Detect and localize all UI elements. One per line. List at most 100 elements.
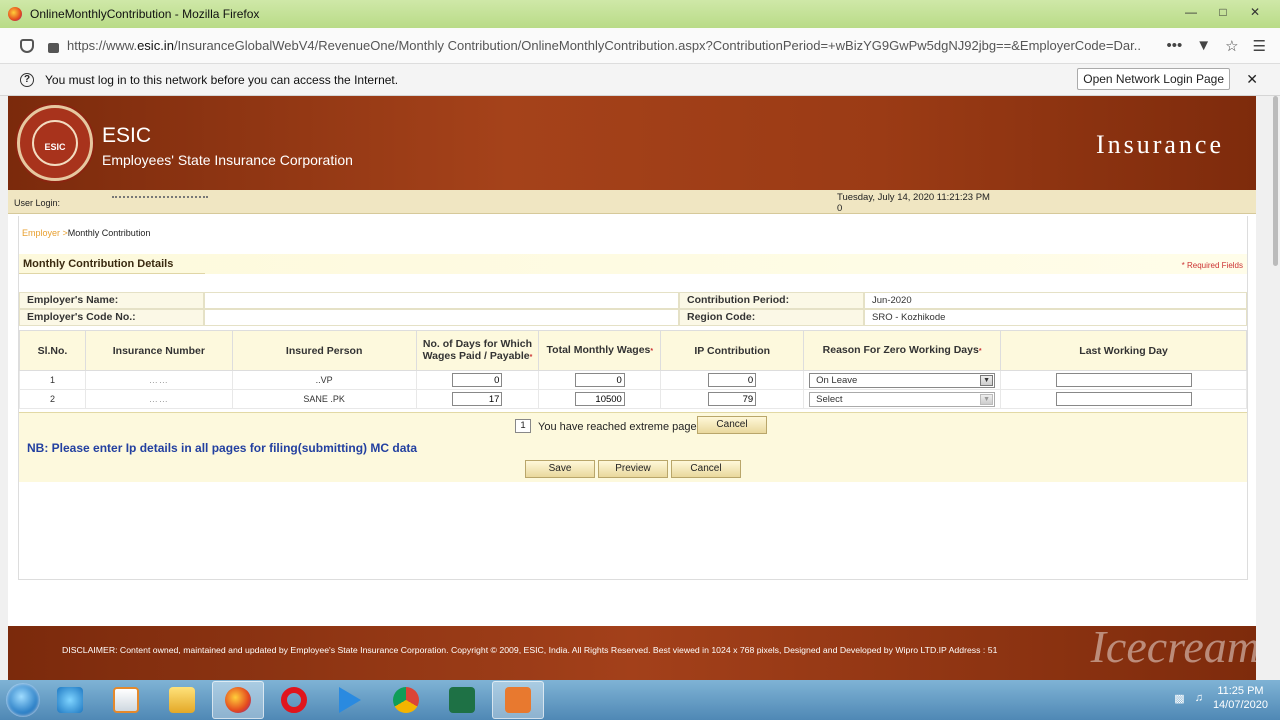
address-bar[interactable]: https://www.esic.in/InsuranceGlobalWebV4… <box>67 38 1142 53</box>
cancel-button[interactable]: Cancel <box>671 460 741 478</box>
cell-insured-person: SANE .PK <box>231 389 417 409</box>
cell-sl: 1 <box>19 370 86 390</box>
chrome-icon <box>393 687 419 713</box>
excel-icon <box>449 687 475 713</box>
taskbar-firefox[interactable] <box>212 681 264 719</box>
section-header: Monthly Contribution Details * Required … <box>19 254 1247 274</box>
more-actions-icon[interactable]: ••• <box>1166 37 1182 55</box>
region-label: Region Code: <box>679 309 864 326</box>
ip-contribution-input[interactable] <box>708 373 757 387</box>
close-icon[interactable]: ✕ <box>1240 3 1270 21</box>
open-login-page-button[interactable]: Open Network Login Page <box>1077 68 1230 90</box>
reason-select[interactable]: On Leave ▼ <box>809 372 996 388</box>
period-value: Jun-2020 <box>864 292 1247 309</box>
employer-code-value-redacted <box>204 309 679 326</box>
volume-icon[interactable]: ♫ <box>1195 692 1203 704</box>
notice-message: You must log in to this network before y… <box>45 72 399 87</box>
taskbar-opera[interactable] <box>268 681 320 719</box>
save-button[interactable]: Save <box>525 460 595 478</box>
scrollbar-thumb[interactable] <box>1273 96 1278 266</box>
user-login-value-redacted <box>112 196 208 202</box>
ip-contribution-input[interactable] <box>708 392 757 406</box>
lock-icon[interactable] <box>48 42 59 53</box>
page-footer: DISCLAIMER: Content owned, maintained an… <box>8 621 1260 680</box>
cell-insurance-number-redacted: …… <box>84 370 233 390</box>
menu-icon[interactable]: ☰ <box>1253 37 1266 55</box>
windows-taskbar: ▩ ♫ 11:25 PM 14/07/2020 <box>0 680 1280 720</box>
captive-portal-notice: ? You must log in to this network before… <box>0 64 1280 96</box>
taskbar-excel[interactable] <box>436 681 488 719</box>
table-row: 2 …… SANE .PK Select▼ <box>19 389 1247 409</box>
required-fields-note: * Required Fields <box>1181 261 1243 270</box>
network-icon[interactable]: ▩ <box>1174 692 1184 705</box>
user-bar: User Login: Tuesday, July 14, 2020 11:21… <box>8 190 1256 214</box>
taskbar-ie[interactable] <box>44 681 96 719</box>
dismiss-notice-icon[interactable]: ✕ <box>1246 71 1258 88</box>
user-login-label: User Login: <box>14 198 61 208</box>
chevron-down-icon[interactable]: ▼ <box>980 393 994 405</box>
region-value: SRO - Kozhikode <box>864 309 1247 326</box>
contribution-table: Sl.No. Insurance Number Insured Person N… <box>19 330 1247 409</box>
browser-navbar: https://www.esic.in/InsuranceGlobalWebV4… <box>0 28 1280 64</box>
page-scrollbar[interactable] <box>1256 96 1280 680</box>
reason-select[interactable]: Select ▼ <box>809 391 996 407</box>
page-number-input[interactable]: 1 <box>515 419 531 433</box>
disclaimer: DISCLAIMER: Content owned, maintained an… <box>62 645 998 655</box>
section-title: Monthly Contribution Details <box>23 258 174 270</box>
pager-cancel-button[interactable]: Cancel <box>697 416 767 434</box>
wages-input[interactable] <box>574 392 625 406</box>
start-button-icon[interactable] <box>6 683 40 717</box>
bookmark-star-icon[interactable]: ☆ <box>1225 37 1238 55</box>
pager-message: You have reached extreme page <box>538 421 697 433</box>
taskbar-explorer[interactable] <box>156 681 208 719</box>
firefox-icon <box>8 7 22 21</box>
org-full-name: Employees' State Insurance Corporation <box>102 152 353 168</box>
table-row: 1 …… ..VP On Leave▼ <box>19 370 1247 390</box>
employer-code-label: Employer's Code No.: <box>19 309 204 326</box>
wages-input[interactable] <box>574 373 625 387</box>
preview-button[interactable]: Preview <box>598 460 668 478</box>
last-working-day-input[interactable] <box>1055 392 1192 406</box>
maximize-icon[interactable]: □ <box>1208 3 1238 21</box>
breadcrumb-employer[interactable]: Employer <box>22 228 60 238</box>
taskbar-chrome[interactable] <box>380 681 432 719</box>
breadcrumb-current: Monthly Contribution <box>67 228 151 238</box>
window-titlebar: OnlineMonthlyContribution - Mozilla Fire… <box>0 0 1280 28</box>
opera-icon <box>281 687 307 713</box>
col-last-working-day: Last Working Day <box>1000 330 1247 371</box>
table-header-row: Sl.No. Insurance Number Insured Person N… <box>19 330 1247 371</box>
org-short-name: ESIC <box>102 124 152 147</box>
question-icon: ? <box>20 72 34 87</box>
taskbar-play[interactable] <box>324 681 376 719</box>
employer-name-label: Employer's Name: <box>19 292 204 309</box>
employer-info: Employer's Name: Contribution Period: Ju… <box>19 292 1247 326</box>
pager-bar: 1 You have reached extreme page Cancel <box>19 412 1247 436</box>
chevron-down-icon[interactable]: ▼ <box>980 374 994 386</box>
window-title: OnlineMonthlyContribution - Mozilla Fire… <box>30 7 260 21</box>
logo-text: ESIC <box>44 142 66 152</box>
insurance-brand: Insurance <box>1095 130 1224 159</box>
days-input[interactable] <box>452 392 503 406</box>
datetime: Tuesday, July 14, 2020 11:21:23 PM 0 <box>837 192 990 214</box>
taskbar-clock[interactable]: 11:25 PM 14/07/2020 <box>1213 684 1268 712</box>
org-name: ESIC Employees' State Insurance Corporat… <box>102 124 353 168</box>
breadcrumb: Employer >Monthly Contribution <box>22 228 151 238</box>
taskbar-media[interactable] <box>100 681 152 719</box>
tracking-shield-icon[interactable] <box>20 38 34 53</box>
esic-banner: ESIC ESIC Employees' State Insurance Cor… <box>8 96 1256 190</box>
col-ip-contribution: IP Contribution <box>660 330 805 371</box>
taskbar-recorder[interactable] <box>492 681 544 719</box>
days-input[interactable] <box>452 373 503 387</box>
toolbar-icons: ••• ▼ ☆ ☰ <box>1166 37 1266 55</box>
cell-insured-person: ..VP <box>231 370 417 390</box>
pocket-icon[interactable]: ▼ <box>1196 37 1211 55</box>
watermark: Icecream <box>1090 621 1260 672</box>
screen-recorder-icon <box>505 687 531 713</box>
minimize-icon[interactable]: — <box>1176 3 1206 21</box>
note-area: NB: Please enter Ip details in all pages… <box>19 436 1247 482</box>
web-page: ESIC ESIC Employees' State Insurance Cor… <box>8 96 1260 680</box>
col-reason: Reason For Zero Working Days* <box>803 330 1002 371</box>
play-icon <box>339 687 361 713</box>
col-insurance-number: Insurance Number <box>84 330 233 371</box>
last-working-day-input[interactable] <box>1055 373 1192 387</box>
